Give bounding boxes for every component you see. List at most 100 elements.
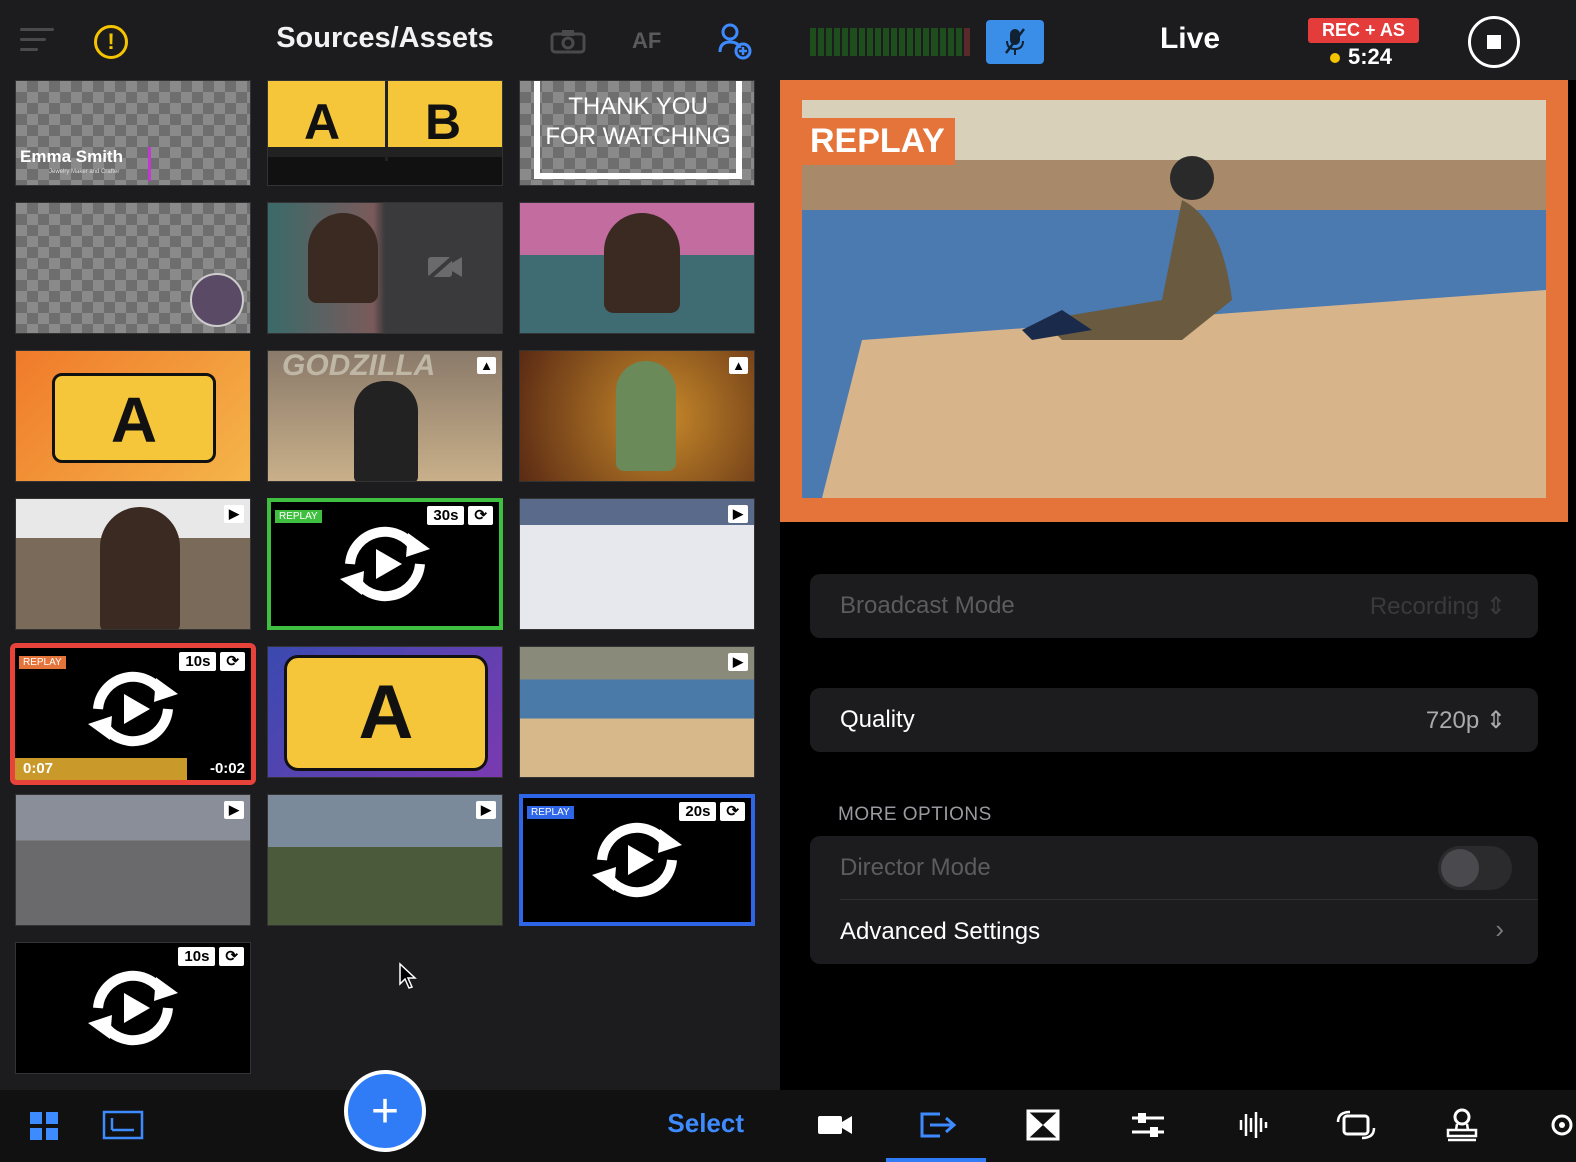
menu-icon[interactable] — [20, 28, 54, 52]
output-icon[interactable] — [918, 1108, 958, 1142]
active-tab-indicator — [886, 1158, 986, 1162]
loop-icon: ⟳ — [720, 802, 745, 821]
alert-icon[interactable]: ! — [94, 25, 128, 59]
camera-off-icon — [424, 249, 462, 283]
replay-tag: REPLAY — [19, 656, 66, 669]
video-person-tile[interactable]: ▶ — [15, 498, 251, 630]
rec-status-badge: REC + AS — [1308, 18, 1419, 43]
stamp-icon[interactable] — [1442, 1108, 1482, 1142]
director-mode-toggle[interactable] — [1438, 846, 1512, 890]
thank-you-line2: FOR WATCHING — [545, 123, 731, 150]
add-source-icon[interactable] — [716, 22, 752, 60]
race-video-tile[interactable]: ▶ — [15, 794, 251, 926]
person-figure — [100, 507, 180, 629]
replay-duration: 10s ⟳ — [179, 652, 245, 671]
mouse-cursor-icon — [399, 962, 417, 989]
thank-you-tile[interactable]: THANK YOU FOR WATCHING — [519, 80, 755, 186]
live-title: Live — [1159, 22, 1221, 55]
sliders-icon[interactable] — [1128, 1108, 1168, 1142]
live-header: Live REC + AS 5:24 — [780, 0, 1576, 80]
sources-header: ! Sources/Assets AF — [0, 0, 780, 80]
audio-meter — [810, 28, 970, 56]
quality-row[interactable]: Quality 720p ⇕ — [810, 688, 1538, 752]
image-icon: ▲ — [477, 357, 496, 374]
select-button[interactable]: Select — [667, 1108, 744, 1139]
chevron-right-icon[interactable]: › — [1495, 914, 1504, 945]
camera-icon[interactable] — [550, 28, 586, 54]
lower-third-tile[interactable]: Emma Smith Jewelry Maker and Crafter — [15, 80, 251, 186]
quality-label: Quality — [840, 706, 915, 733]
stop-button[interactable] — [1468, 16, 1520, 68]
letter-a-purple-tile[interactable]: A — [267, 646, 503, 778]
breakdance-video-tile[interactable]: ▶ — [519, 646, 755, 778]
letter-a: A — [110, 384, 158, 456]
hockey-video-tile[interactable]: ▶ — [519, 498, 755, 630]
mic-mute-button[interactable] — [986, 20, 1044, 64]
replay-duration: 10s ⟳ — [178, 947, 244, 966]
ab-scoreboard-tile[interactable]: A B — [267, 80, 503, 186]
sources-toolbar: + Select — [0, 1070, 780, 1162]
replay-10s-active-tile[interactable]: REPLAY 10s ⟳ 0:07 -0:02 — [10, 643, 256, 785]
more-options-group: Director Mode Advanced Settings › — [810, 836, 1538, 964]
replay-progress-track: 0:07 -0:02 — [15, 758, 251, 780]
image-icon: ▲ — [729, 357, 748, 374]
gear-icon[interactable] — [1542, 1108, 1576, 1142]
director-mode-label: Director Mode — [840, 854, 991, 881]
app-root: ! Sources/Assets AF Emma Smith Jewelry M… — [0, 0, 1576, 1162]
replay-remaining: -0:02 — [209, 760, 245, 777]
camera-source-tile-2[interactable] — [519, 202, 755, 334]
broadcast-mode-row[interactable]: Broadcast Mode Recording ⇕ — [810, 574, 1538, 638]
advanced-settings-label[interactable]: Advanced Settings — [840, 918, 1040, 946]
loop-icon: ⟳ — [219, 947, 244, 966]
replay-30s-tile[interactable]: REPLAY 30s ⟳ — [267, 498, 503, 630]
replay-loop-icon — [340, 526, 430, 602]
broadcast-mode-value: Recording ⇕ — [1369, 593, 1506, 620]
replay-10s-tile[interactable]: 10s ⟳ — [15, 942, 251, 1074]
replay-loop-icon — [592, 822, 682, 898]
replay-elapsed: 0:07 — [23, 760, 54, 777]
transition-icon[interactable] — [1024, 1108, 1064, 1142]
video-icon: ▶ — [224, 505, 244, 523]
audio-waveform-icon[interactable] — [1232, 1108, 1272, 1142]
grid-view-icon[interactable] — [30, 1112, 58, 1140]
layout-view-icon[interactable] — [102, 1110, 144, 1140]
swap-sources-icon[interactable] — [1336, 1108, 1376, 1142]
godzilla-image-tile[interactable]: GODZILLA ▲ — [267, 350, 503, 482]
replay-loop-icon — [88, 671, 178, 746]
lower-third-name: Emma Smith — [20, 147, 123, 166]
person-figure — [604, 213, 680, 313]
autofocus-label[interactable]: AF — [632, 28, 661, 54]
storm-image-tile[interactable]: ▲ — [519, 350, 755, 482]
video-icon: ▶ — [728, 653, 748, 671]
letter-a: A — [358, 670, 414, 755]
video-icon: ▶ — [728, 505, 748, 523]
replay-20s-tile[interactable]: REPLAY 20s ⟳ — [519, 794, 755, 926]
camera-source-tile[interactable] — [267, 202, 503, 334]
toggle-knob — [1441, 849, 1479, 887]
lower-third-subtitle: Jewelry Maker and Crafter — [49, 169, 120, 175]
sources-grid: Emma Smith Jewelry Maker and Crafter A B… — [0, 80, 780, 1090]
letter-b: B — [425, 94, 462, 150]
video-camera-icon[interactable] — [816, 1108, 856, 1142]
add-asset-button[interactable]: + — [344, 1070, 426, 1152]
quality-value: 720p ⇕ — [1425, 707, 1506, 734]
loop-icon: ⟳ — [468, 506, 493, 525]
replay-loop-icon — [88, 970, 178, 1046]
letter-a: A — [304, 94, 341, 150]
sources-panel: ! Sources/Assets AF Emma Smith Jewelry M… — [0, 0, 780, 1162]
soccer-video-tile[interactable]: ▶ — [267, 794, 503, 926]
pip-overlay-tile[interactable] — [15, 202, 251, 334]
program-preview: REPLAY — [780, 80, 1568, 522]
person-figure — [354, 381, 418, 481]
letter-a-graphic-tile[interactable]: A — [15, 350, 251, 482]
updown-chevron-icon: ⇕ — [1485, 707, 1506, 734]
accent-bar — [148, 147, 151, 181]
person-figure — [308, 213, 378, 303]
godzilla-text: GODZILLA — [282, 350, 436, 382]
broadcast-mode-label: Broadcast Mode — [840, 592, 1015, 619]
divider — [840, 899, 1538, 900]
mic-off-icon — [1005, 28, 1025, 55]
rec-indicator-dot — [1330, 53, 1340, 64]
updown-chevron-icon: ⇕ — [1485, 593, 1506, 620]
pip-avatar — [190, 273, 244, 327]
